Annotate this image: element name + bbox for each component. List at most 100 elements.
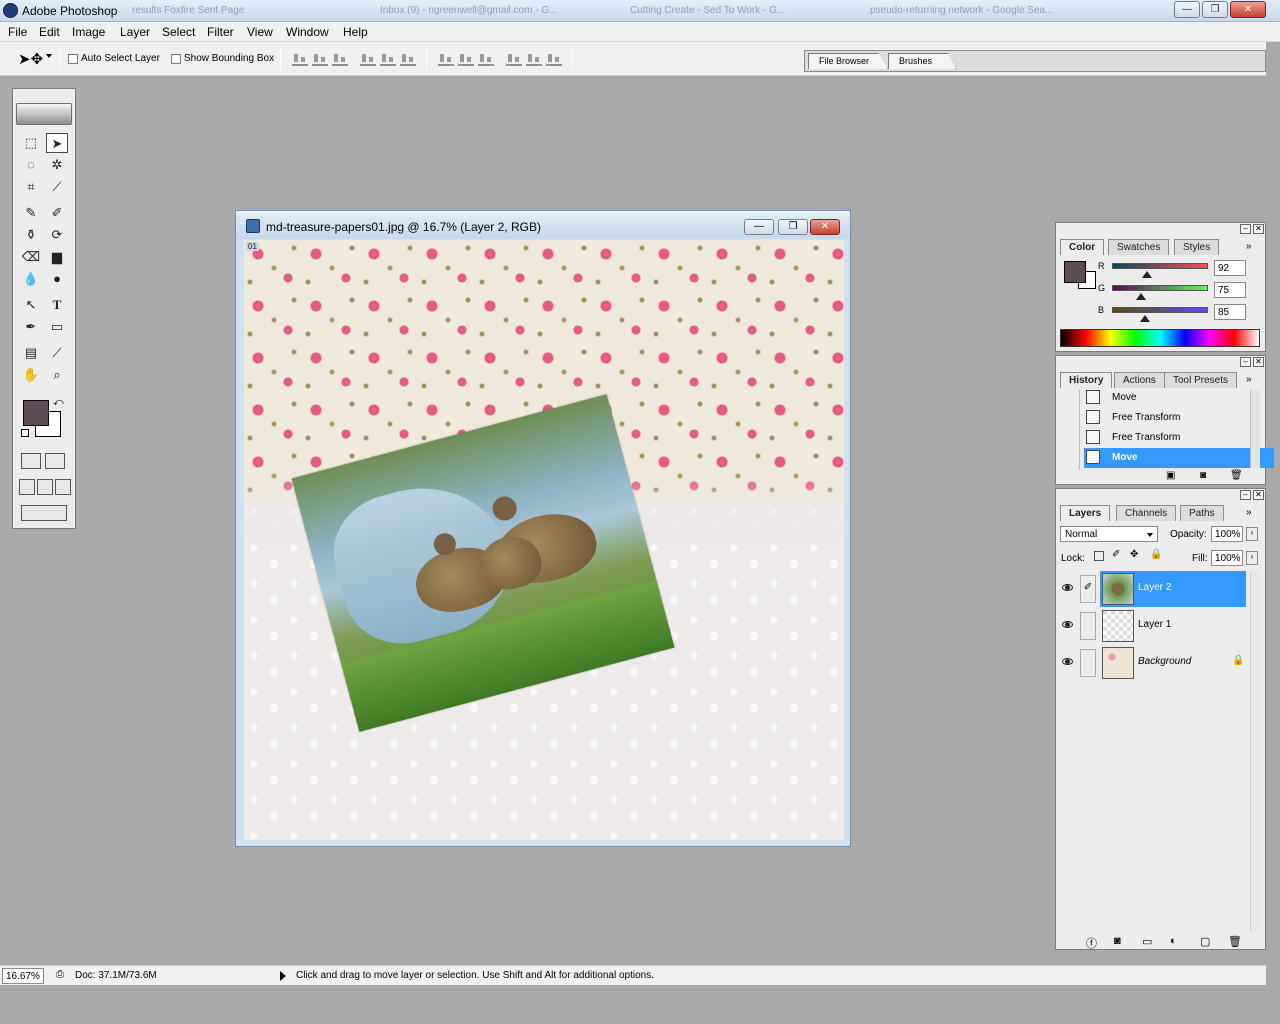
align-right-icon[interactable] [400, 52, 416, 66]
tab-brushes[interactable]: Brushes [888, 53, 956, 69]
menu-select[interactable]: Select [162, 25, 195, 39]
layer-visibility-toggle[interactable] [1058, 645, 1078, 681]
hand-tool-icon[interactable]: ✋ [20, 365, 42, 385]
panel-minimize-icon[interactable]: – [1240, 357, 1251, 367]
new-group-icon[interactable]: ▭ [1142, 935, 1152, 948]
tab-paths[interactable]: Paths [1180, 505, 1224, 521]
document-restore-button[interactable]: ❐ [778, 219, 808, 235]
foreground-color-swatch[interactable] [23, 400, 49, 426]
eyedropper-icon[interactable]: ⟋ [46, 343, 68, 363]
align-left-icon[interactable] [360, 52, 376, 66]
path-selection-icon[interactable]: ↖ [20, 295, 42, 315]
swap-colors-icon[interactable]: ⤺ [53, 397, 64, 408]
layer-link-cell[interactable] [1080, 612, 1096, 640]
tab-swatches[interactable]: Swatches [1108, 239, 1170, 255]
brush-tool-icon[interactable]: ✐ [46, 203, 68, 223]
lock-move-icon[interactable]: ✥ [1130, 549, 1138, 560]
panel-close-icon[interactable]: ✕ [1253, 490, 1264, 500]
notes-tool-icon[interactable]: ▤ [20, 343, 42, 363]
screen-mode-standard-icon[interactable] [19, 479, 35, 495]
dodge-tool-icon[interactable]: ● [46, 269, 68, 289]
panel-close-icon[interactable]: ✕ [1253, 224, 1264, 234]
menu-layer[interactable]: Layer [120, 25, 150, 39]
distribute-bottom-icon[interactable] [478, 52, 494, 66]
document-title-bar[interactable]: md-treasure-papers01.jpg @ 16.7% (Layer … [236, 211, 850, 239]
layer-visibility-toggle[interactable] [1058, 608, 1078, 644]
standard-mode-icon[interactable] [21, 453, 41, 469]
fill-slider-button[interactable]: › [1246, 551, 1258, 565]
show-bounding-box-checkbox[interactable] [171, 54, 181, 64]
zoom-level-field[interactable]: 16.67% [2, 968, 44, 984]
color-ramp[interactable] [1060, 329, 1260, 347]
align-bottom-icon[interactable] [332, 52, 348, 66]
panel-close-icon[interactable]: ✕ [1253, 357, 1264, 367]
layer-row-background[interactable]: Background 🔒 [1100, 645, 1246, 681]
blue-value[interactable]: 85 [1214, 304, 1246, 320]
trash-icon[interactable]: 🗑 [1228, 935, 1242, 948]
menu-image[interactable]: Image [72, 25, 105, 39]
panel-minimize-icon[interactable]: – [1240, 490, 1251, 500]
panel-menu-icon[interactable]: » [1246, 241, 1252, 252]
close-button[interactable]: ✕ [1230, 1, 1266, 18]
green-value[interactable]: 75 [1214, 282, 1246, 298]
document-close-button[interactable]: ✕ [810, 219, 840, 235]
layer-style-icon[interactable]: ⓕ [1086, 935, 1097, 951]
eraser-tool-icon[interactable]: ⌫ [20, 247, 42, 267]
layer-link-cell[interactable] [1080, 649, 1096, 677]
lock-paint-icon[interactable]: ✐ [1112, 549, 1120, 560]
tab-file-browser[interactable]: File Browser [808, 53, 888, 69]
type-tool-icon[interactable]: T [46, 295, 68, 315]
chevron-down-icon[interactable] [46, 54, 52, 58]
red-slider[interactable] [1112, 263, 1208, 269]
layer-row-layer-1[interactable]: Layer 1 [1100, 608, 1246, 644]
toolbox-header-logo[interactable] [16, 103, 72, 125]
new-layer-icon[interactable]: ▢ [1200, 935, 1210, 948]
align-horizontal-center-icon[interactable] [380, 52, 396, 66]
auto-select-layer-checkbox[interactable] [68, 54, 78, 64]
menu-edit[interactable]: Edit [39, 25, 60, 39]
distribute-hcenter-icon[interactable] [526, 52, 542, 66]
new-document-from-state-icon[interactable]: ▣ [1166, 470, 1175, 481]
panel-menu-icon[interactable]: » [1246, 507, 1252, 518]
history-item[interactable]: Free Transform [1084, 408, 1274, 428]
history-item-selected[interactable]: Move [1084, 448, 1274, 468]
screen-mode-full-icon[interactable] [55, 479, 71, 495]
adjustment-layer-icon[interactable]: ◐ [1170, 935, 1177, 947]
distribute-right-icon[interactable] [546, 52, 562, 66]
move-tool-preset-icon[interactable]: ➤✥ [18, 50, 43, 68]
crop-tool-icon[interactable]: ⌗ [20, 177, 42, 197]
image-canvas[interactable]: 01 [244, 240, 844, 840]
color-fg-swatch[interactable] [1064, 261, 1086, 283]
panel-menu-icon[interactable]: » [1246, 374, 1252, 385]
marquee-tool-icon[interactable]: ⬚ [20, 133, 42, 153]
panel-minimize-icon[interactable]: – [1240, 224, 1251, 234]
screen-mode-full-menu-icon[interactable] [37, 479, 53, 495]
clone-stamp-icon[interactable]: ⚱ [20, 225, 42, 245]
tab-actions[interactable]: Actions [1114, 372, 1165, 388]
lock-all-icon[interactable]: 🔒 [1150, 549, 1162, 560]
history-item[interactable]: Free Transform [1084, 428, 1274, 448]
restore-button[interactable]: ❐ [1202, 1, 1228, 18]
opacity-input[interactable]: 100% [1211, 526, 1243, 542]
history-item[interactable]: Move [1084, 388, 1274, 408]
menu-filter[interactable]: Filter [207, 25, 234, 39]
slice-tool-icon[interactable]: ⟋ [46, 177, 68, 197]
layer-mask-icon[interactable]: ◙ [1114, 935, 1121, 947]
fill-input[interactable]: 100% [1211, 550, 1243, 566]
zoom-tool-icon[interactable]: ⌕ [46, 365, 68, 385]
new-snapshot-icon[interactable]: ◙ [1200, 470, 1206, 481]
red-value[interactable]: 92 [1214, 260, 1246, 276]
shape-tool-icon[interactable]: ▭ [46, 317, 68, 337]
document-minimize-button[interactable]: — [744, 219, 774, 235]
distribute-left-icon[interactable] [506, 52, 522, 66]
blur-tool-icon[interactable]: 💧 [20, 269, 42, 289]
distribute-top-icon[interactable] [438, 52, 454, 66]
default-colors-icon[interactable] [21, 429, 29, 437]
menu-help[interactable]: Help [343, 25, 368, 39]
jump-to-imageready-icon[interactable] [21, 505, 67, 521]
lock-transparency-icon[interactable] [1094, 551, 1104, 561]
layer-row-layer-2[interactable]: Layer 2 [1100, 571, 1246, 607]
distribute-center-icon[interactable] [458, 52, 474, 66]
pen-tool-icon[interactable]: ✒ [20, 317, 42, 337]
brush-link-icon[interactable]: ✐ [1080, 575, 1096, 603]
